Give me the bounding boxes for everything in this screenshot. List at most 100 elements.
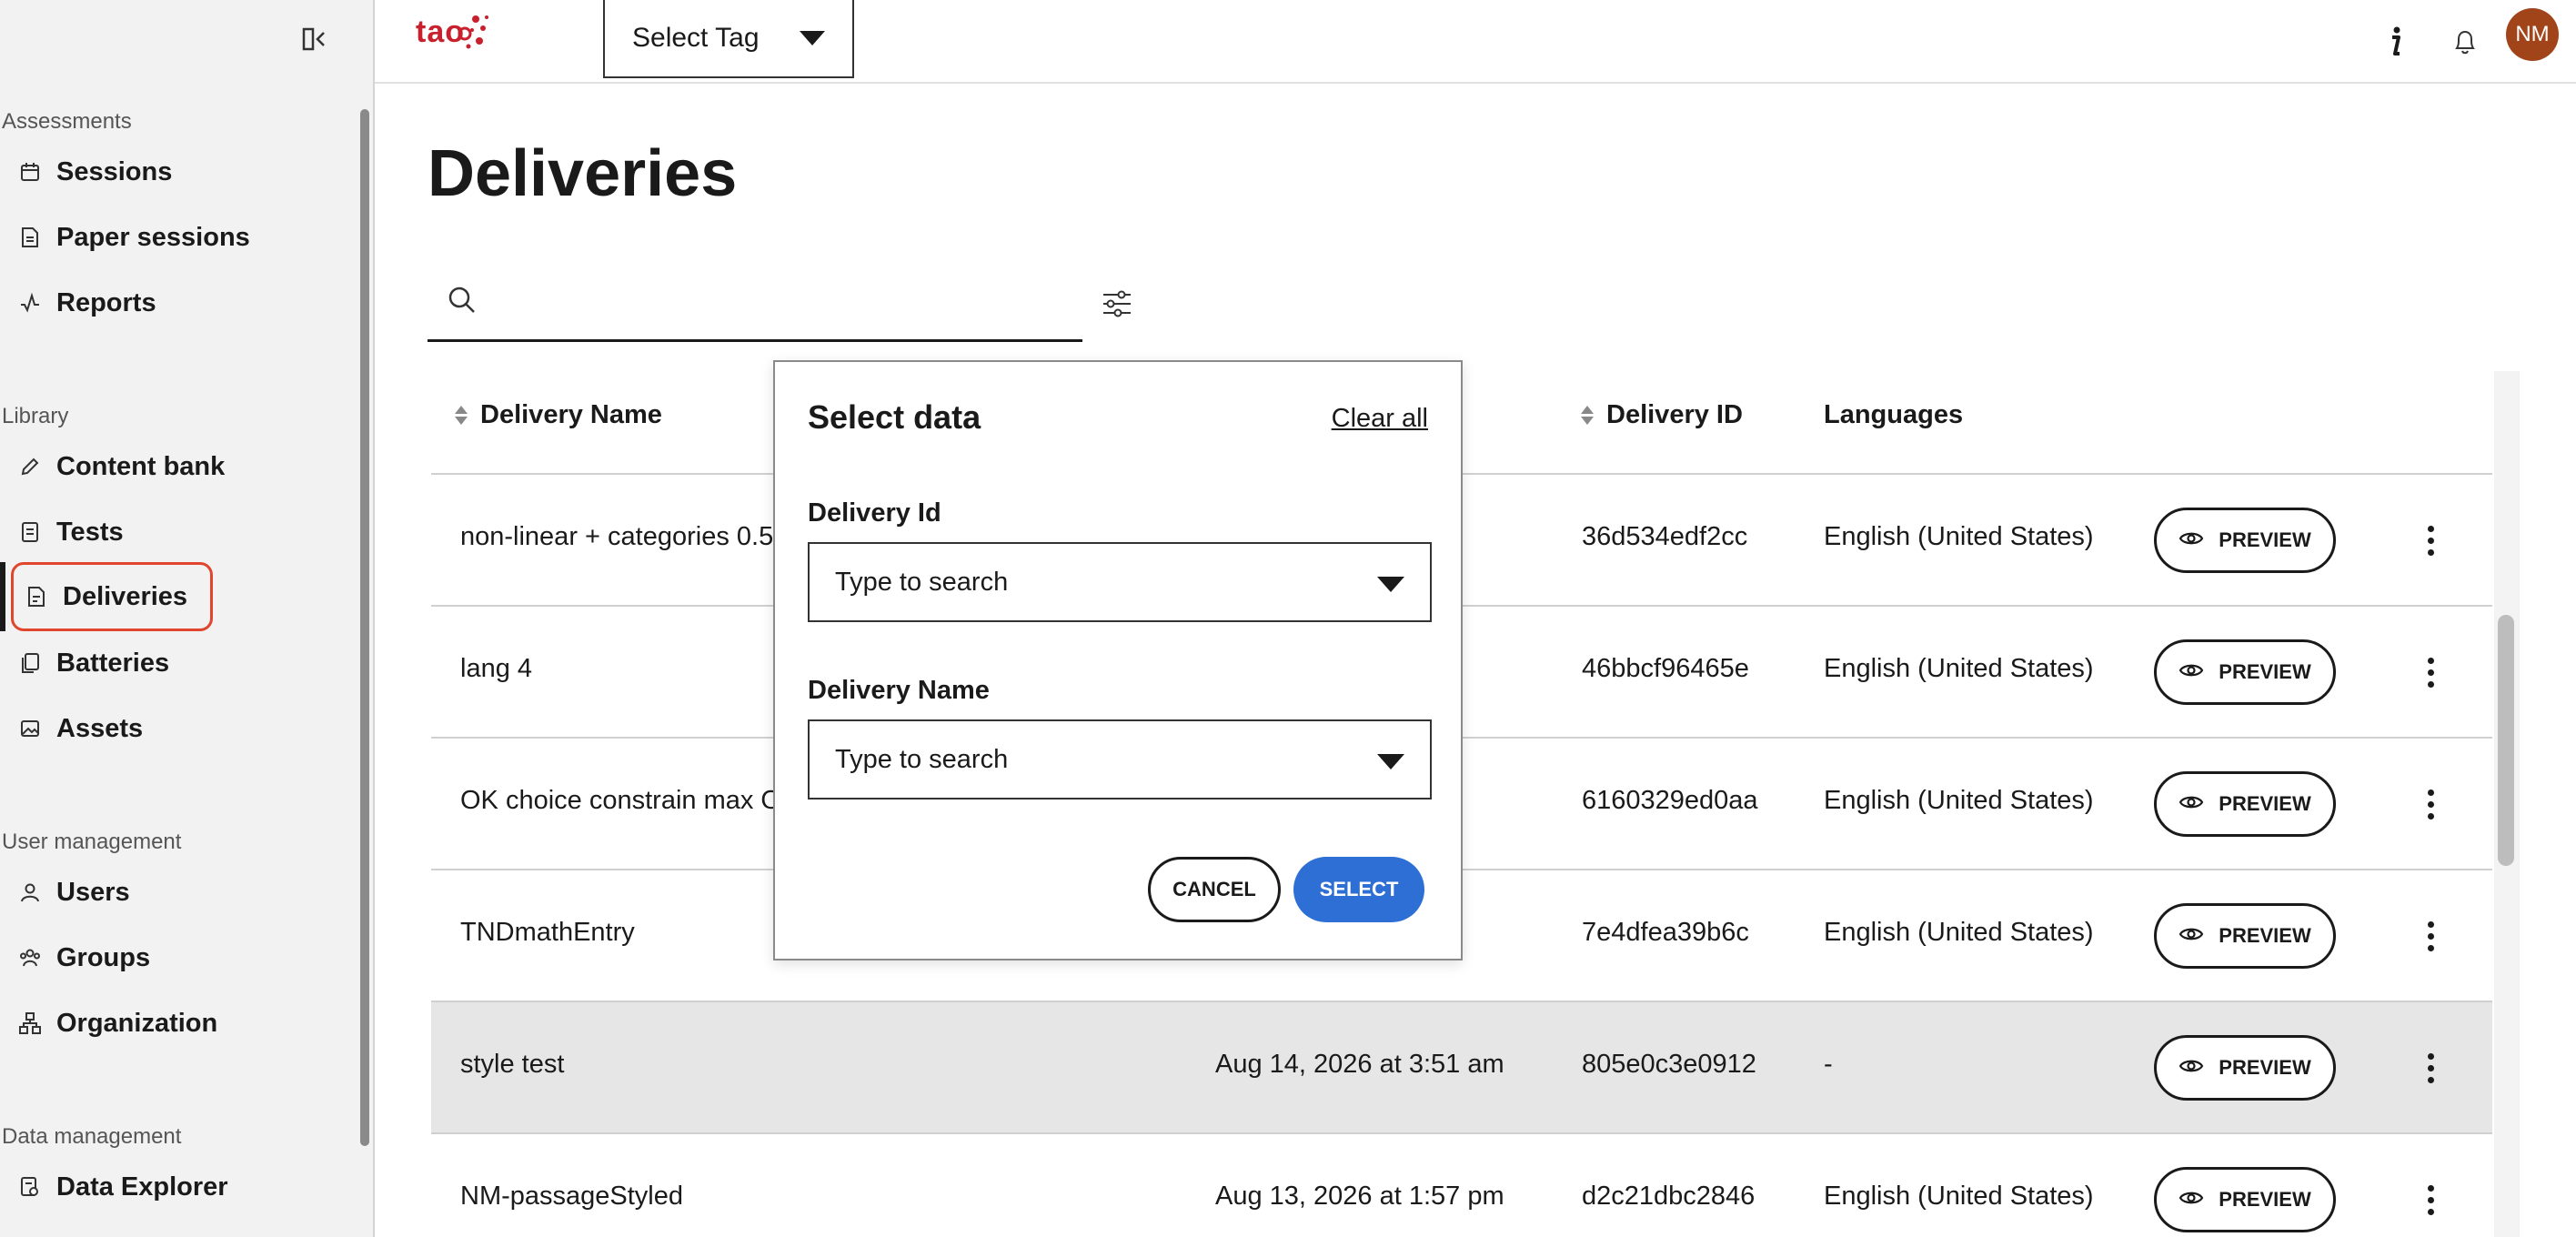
image-icon xyxy=(18,717,42,740)
tao-logo[interactable]: tao xyxy=(416,15,490,50)
language-cell: English (United States) xyxy=(1824,1182,2094,1211)
eye-icon xyxy=(2179,660,2204,684)
delivery-name-cell: OK choice constrain max O xyxy=(460,786,781,815)
active-indicator xyxy=(0,562,5,631)
chevron-down-icon xyxy=(800,31,825,45)
preview-button[interactable]: PREVIEW xyxy=(2154,1035,2336,1101)
delivery-id-cell: 7e4dfea39b6c xyxy=(1582,918,1749,947)
pencil-icon xyxy=(18,455,42,478)
column-header-delivery-id[interactable]: Delivery ID xyxy=(1581,400,1743,430)
language-cell: English (United States) xyxy=(1824,918,2094,947)
sidebar-item-tests[interactable]: Tests xyxy=(18,507,124,558)
sidebar-item-label: Users xyxy=(56,877,130,907)
sidebar-item-label: Batteries xyxy=(56,648,170,678)
calendar-icon xyxy=(18,160,42,184)
preview-button[interactable]: PREVIEW xyxy=(2154,1167,2336,1232)
user-icon xyxy=(18,880,42,904)
data-explorer-icon xyxy=(18,1175,42,1199)
sidebar-item-organization[interactable]: Organization xyxy=(18,998,217,1049)
sidebar-item-label: Data Explorer xyxy=(56,1172,228,1202)
sort-icon xyxy=(1581,406,1594,425)
delivery-id-cell: 36d534edf2cc xyxy=(1582,522,1748,551)
delivery-id-dropdown[interactable]: Type to search xyxy=(808,542,1432,622)
delivery-id-cell: d2c21dbc2846 xyxy=(1582,1182,1756,1211)
delivery-name-cell: style test xyxy=(460,1050,565,1079)
batteries-icon xyxy=(18,651,42,675)
chevron-down-icon xyxy=(1377,577,1404,592)
search-bar xyxy=(428,269,1082,342)
delivery-document-icon xyxy=(25,585,48,608)
preview-button[interactable]: PREVIEW xyxy=(2154,508,2336,573)
clear-all-link[interactable]: Clear all xyxy=(1332,404,1428,434)
more-options-icon[interactable] xyxy=(2414,649,2447,696)
section-label-user-management: User management xyxy=(2,830,182,854)
more-options-icon[interactable] xyxy=(2414,517,2447,564)
language-cell: - xyxy=(1824,1050,1833,1079)
more-options-icon[interactable] xyxy=(2414,1176,2447,1223)
language-cell: English (United States) xyxy=(1824,786,2094,815)
table-row[interactable]: NM-passageStyled Aug 13, 2026 at 1:57 pm d… xyxy=(431,1134,2492,1237)
info-icon[interactable] xyxy=(2374,20,2418,64)
preview-button[interactable]: PREVIEW xyxy=(2154,903,2336,969)
document-icon xyxy=(18,520,42,544)
language-cell: English (United States) xyxy=(1824,522,2094,551)
avatar[interactable]: NM xyxy=(2506,8,2559,61)
sidebar-item-label: Deliveries xyxy=(63,581,188,611)
delivery-id-label: Delivery Id xyxy=(808,498,941,528)
chevron-down-icon xyxy=(1377,754,1404,769)
table-row[interactable]: style test Aug 14, 2026 at 3:51 am 805e0c3… xyxy=(431,1002,2492,1134)
column-header-languages: Languages xyxy=(1824,400,1964,429)
search-icon xyxy=(448,286,477,319)
sidebar-item-deliveries[interactable]: Deliveries xyxy=(11,562,213,631)
paper-document-icon xyxy=(18,226,42,249)
more-options-icon[interactable] xyxy=(2414,780,2447,828)
sidebar-item-assets[interactable]: Assets xyxy=(18,703,143,754)
section-label-library: Library xyxy=(2,404,69,428)
preview-button[interactable]: PREVIEW xyxy=(2154,639,2336,705)
cancel-button[interactable]: CANCEL xyxy=(1148,857,1281,922)
sidebar-item-label: Tests xyxy=(56,517,124,547)
group-icon xyxy=(18,946,42,970)
delivery-id-cell: 46bbcf96465e xyxy=(1582,654,1749,683)
sidebar-item-label: Paper sessions xyxy=(56,222,250,252)
organization-icon xyxy=(18,1011,42,1035)
pulse-icon xyxy=(18,291,42,315)
select-data-popover: Select data Clear all Delivery Id Type t… xyxy=(773,360,1463,960)
sidebar-item-groups[interactable]: Groups xyxy=(18,932,150,983)
sidebar-item-content-bank[interactable]: Content bank xyxy=(18,441,225,492)
sidebar-scrollbar[interactable] xyxy=(360,109,369,1146)
select-button[interactable]: SELECT xyxy=(1293,857,1424,922)
delivery-id-cell: 6160329ed0aa xyxy=(1582,786,1758,815)
sidebar-item-reports[interactable]: Reports xyxy=(18,277,156,328)
delivery-name-cell: lang 4 xyxy=(460,654,533,683)
popover-title: Select data xyxy=(808,398,981,436)
sidebar-item-data-explorer[interactable]: Data Explorer xyxy=(18,1162,228,1212)
sort-icon xyxy=(455,406,468,425)
eye-icon xyxy=(2179,792,2204,816)
sidebar: Assessments Sessions Paper sessions Repo… xyxy=(0,0,375,1237)
section-label-assessments: Assessments xyxy=(2,109,132,134)
sidebar-item-paper-sessions[interactable]: Paper sessions xyxy=(18,212,250,263)
eye-icon xyxy=(2179,1188,2204,1212)
sidebar-item-batteries[interactable]: Batteries xyxy=(18,638,169,689)
more-options-icon[interactable] xyxy=(2414,912,2447,960)
sidebar-item-label: Reports xyxy=(56,287,156,317)
delivery-name-cell: TNDmathEntry xyxy=(460,918,635,947)
preview-button[interactable]: PREVIEW xyxy=(2154,771,2336,837)
tag-select-dropdown[interactable]: Select Tag xyxy=(603,0,854,78)
delivery-name-cell: NM-passageStyled xyxy=(460,1182,683,1211)
filter-sliders-icon[interactable] xyxy=(1097,286,1137,322)
delivery-date-cell: Aug 13, 2026 at 1:57 pm xyxy=(1215,1182,1504,1211)
sidebar-item-users[interactable]: Users xyxy=(18,867,130,918)
delivery-id-cell: 805e0c3e0912 xyxy=(1582,1050,1756,1079)
eye-icon xyxy=(2179,528,2204,552)
collapse-sidebar-icon[interactable] xyxy=(298,24,333,55)
table-scrollbar[interactable] xyxy=(2498,615,2514,866)
sidebar-item-sessions[interactable]: Sessions xyxy=(18,146,172,197)
notification-bell-icon[interactable] xyxy=(2443,20,2487,64)
column-header-delivery-name[interactable]: Delivery Name xyxy=(455,400,662,430)
more-options-icon[interactable] xyxy=(2414,1044,2447,1091)
sidebar-item-label: Organization xyxy=(56,1008,218,1038)
delivery-name-dropdown[interactable]: Type to search xyxy=(808,719,1432,800)
search-input[interactable] xyxy=(491,278,1055,333)
